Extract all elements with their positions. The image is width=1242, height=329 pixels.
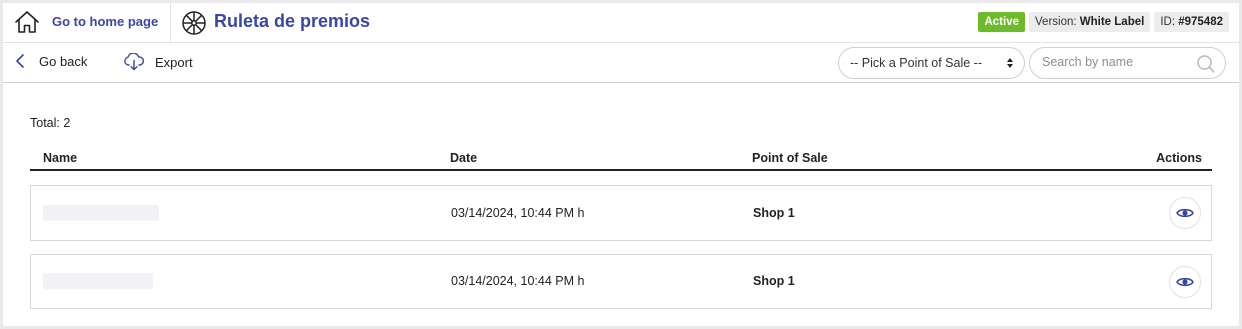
id-badge: ID: #975482 xyxy=(1154,12,1229,32)
status-badge: Active xyxy=(978,12,1026,32)
column-header-name: Name xyxy=(43,151,78,165)
view-button[interactable] xyxy=(1169,266,1201,298)
row-point-of-sale: Shop 1 xyxy=(753,206,795,220)
export-label: Export xyxy=(155,54,193,70)
go-back-label: Go back xyxy=(39,53,88,69)
export-button[interactable]: Export xyxy=(123,53,193,71)
version-value: White Label xyxy=(1079,16,1145,28)
home-link-label: Go to home page xyxy=(52,14,159,29)
view-button[interactable] xyxy=(1169,197,1201,229)
home-icon xyxy=(15,11,39,33)
cloud-download-icon xyxy=(124,53,144,71)
row-name xyxy=(43,205,159,221)
header-badges: Active Version: White Label ID: #975482 xyxy=(978,12,1229,32)
id-prefix: ID: xyxy=(1160,16,1176,28)
search-icon[interactable] xyxy=(1196,54,1216,74)
search-box xyxy=(1029,47,1226,79)
row-date: 03/14/2024, 10:44 PM h xyxy=(451,274,585,288)
select-arrows-icon xyxy=(1007,58,1013,68)
page-frame: Go to home page Ruleta de premios Active… xyxy=(3,3,1239,326)
total-count: Total: 2 xyxy=(30,116,71,130)
chevron-left-icon xyxy=(16,54,24,68)
wheel-icon xyxy=(182,11,206,35)
table-row: 03/14/2024, 10:44 PM h Shop 1 xyxy=(30,254,1212,309)
row-point-of-sale: Shop 1 xyxy=(753,274,795,288)
point-of-sale-select[interactable]: -- Pick a Point of Sale -- xyxy=(838,47,1025,79)
eye-icon xyxy=(1176,277,1194,287)
table-header: Name Date Point of Sale Actions xyxy=(30,149,1212,171)
home-link[interactable]: Go to home page xyxy=(3,3,171,43)
table-row: 03/14/2024, 10:44 PM h Shop 1 xyxy=(30,185,1212,241)
column-header-actions: Actions xyxy=(1156,151,1202,165)
search-input[interactable] xyxy=(1042,55,1192,69)
row-date: 03/14/2024, 10:44 PM h xyxy=(451,206,585,220)
page-title: Ruleta de premios xyxy=(214,11,371,31)
column-header-point-of-sale: Point of Sale xyxy=(752,151,828,165)
point-of-sale-select-value: -- Pick a Point of Sale -- xyxy=(850,56,982,70)
eye-icon xyxy=(1176,208,1194,218)
row-name xyxy=(43,273,153,289)
id-value: #975482 xyxy=(1178,16,1223,28)
version-badge: Version: White Label xyxy=(1029,12,1151,32)
go-back-button[interactable]: Go back xyxy=(15,53,87,69)
column-header-date: Date xyxy=(450,151,478,165)
toolbar: Go back Export -- Pick a Point of Sale -… xyxy=(3,43,1239,83)
app-header: Go to home page Ruleta de premios Active… xyxy=(3,3,1239,43)
version-prefix: Version: xyxy=(1035,16,1077,28)
